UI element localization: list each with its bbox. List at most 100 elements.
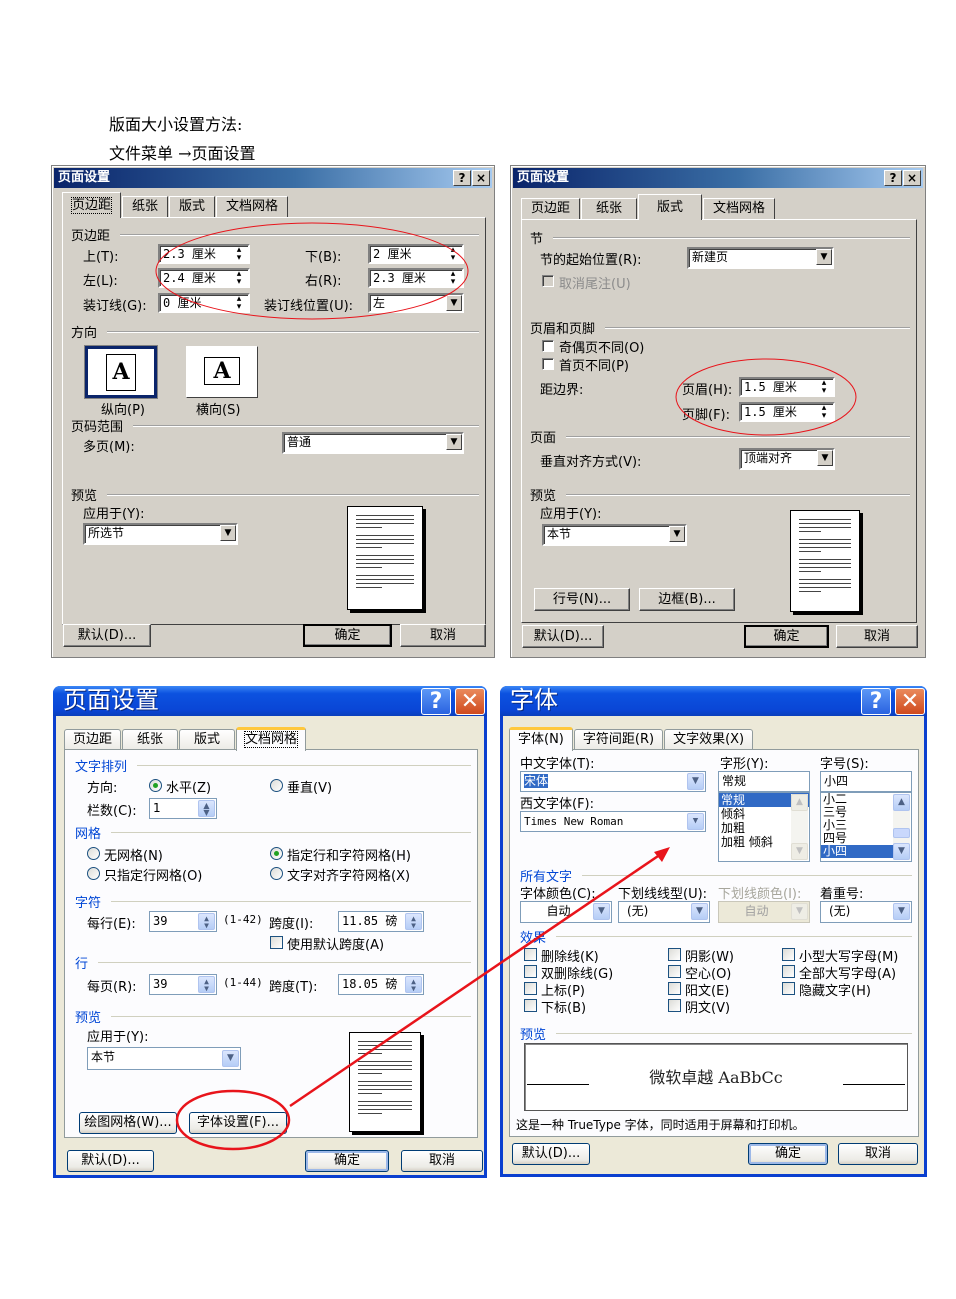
- dropdown-arrow-icon[interactable]: ▼: [446, 295, 462, 311]
- top-margin-input[interactable]: 2.3 厘米 ▴ ▾: [158, 244, 250, 264]
- cancel-button[interactable]: 取消: [836, 625, 918, 648]
- spinner-icon[interactable]: ▴ ▾: [815, 404, 833, 420]
- effect-checkbox[interactable]: [782, 982, 795, 995]
- tab-paper[interactable]: 纸张: [581, 198, 638, 220]
- close-button[interactable]: ×: [903, 170, 921, 186]
- spinner-icon[interactable]: ▴ ▾: [444, 246, 462, 262]
- size-option[interactable]: 小四: [821, 845, 893, 858]
- draw-grid-button[interactable]: 绘图网格(W)...: [79, 1112, 177, 1134]
- borders-button[interactable]: 边框(B)...: [639, 588, 735, 611]
- vertical-align-select[interactable]: 顶端对齐 ▼: [739, 448, 835, 470]
- line-numbers-button[interactable]: 行号(N)...: [534, 588, 630, 611]
- bottom-margin-input[interactable]: 2 厘米 ▴ ▾: [368, 244, 464, 264]
- apply-to-select[interactable]: 本节 ▼: [542, 524, 687, 546]
- effect-checkbox[interactable]: [524, 982, 537, 995]
- text-snap-grid-radio[interactable]: [270, 867, 283, 880]
- tab-font[interactable]: 字体(N): [509, 727, 573, 751]
- apply-to-select[interactable]: 所选节 ▼: [83, 523, 238, 545]
- spinner-icon[interactable]: ▴ ▾: [444, 270, 462, 286]
- style-list[interactable]: 常规 倾斜 加粗 加粗 倾斜 ▲ ▼: [718, 792, 810, 862]
- spinner-icon[interactable]: ▲ ▼: [198, 800, 215, 817]
- dropdown-arrow-icon[interactable]: ▼: [669, 526, 685, 542]
- lines-only-grid-radio[interactable]: [87, 867, 100, 880]
- dropdown-arrow-icon[interactable]: ▼: [446, 434, 462, 450]
- tab-paper[interactable]: 纸张: [122, 196, 169, 218]
- section-start-select[interactable]: 新建页 ▼: [687, 247, 834, 269]
- tab-text-effects[interactable]: 文字效果(X): [664, 729, 754, 750]
- spinner-icon[interactable]: ▲ ▼: [198, 913, 215, 930]
- chinese-font-select[interactable]: 宋体 ▼: [520, 771, 706, 792]
- cancel-button[interactable]: 取消: [838, 1143, 918, 1165]
- dropdown-arrow-icon[interactable]: ▼: [816, 249, 832, 265]
- help-button[interactable]: ?: [453, 170, 471, 186]
- lines-chars-grid-radio[interactable]: [270, 847, 283, 860]
- size-input[interactable]: 小四: [820, 771, 912, 792]
- spinner-icon[interactable]: ▲ ▼: [405, 976, 422, 993]
- effect-checkbox[interactable]: [782, 965, 795, 978]
- effect-checkbox[interactable]: [782, 948, 795, 961]
- tab-document-grid[interactable]: 文档网格: [236, 727, 307, 751]
- size-list[interactable]: 小二 三号 小三 四号 小四 ▲ ▼: [820, 792, 912, 862]
- effect-checkbox[interactable]: [668, 982, 681, 995]
- close-button[interactable]: ✕: [895, 688, 925, 715]
- spinner-icon[interactable]: ▴ ▾: [230, 246, 248, 262]
- default-button[interactable]: 默认(D)...: [512, 1143, 590, 1165]
- use-default-pitch-checkbox[interactable]: [270, 936, 283, 949]
- spinner-icon[interactable]: ▲ ▼: [405, 913, 422, 930]
- no-grid-radio[interactable]: [87, 847, 100, 860]
- ok-button[interactable]: 确定: [305, 1150, 389, 1172]
- tab-paper[interactable]: 纸张: [122, 729, 179, 750]
- left-margin-input[interactable]: 2.4 厘米 ▴ ▾: [158, 268, 250, 288]
- underline-style-select[interactable]: (无) ▼: [618, 901, 710, 923]
- effect-checkbox[interactable]: [668, 948, 681, 961]
- header-distance-input[interactable]: 1.5 厘米 ▴ ▾: [739, 377, 835, 397]
- font-settings-button[interactable]: 字体设置(F)...: [189, 1112, 287, 1134]
- tab-layout[interactable]: 版式: [638, 194, 703, 220]
- landscape-option[interactable]: A: [186, 346, 258, 398]
- spinner-icon[interactable]: ▴ ▾: [230, 295, 248, 311]
- columns-input[interactable]: 1 ▲ ▼: [149, 798, 217, 819]
- dropdown-arrow-icon[interactable]: ▼: [687, 773, 704, 790]
- char-pitch-input[interactable]: 11.85 磅 ▲ ▼: [338, 911, 424, 932]
- scroll-up-icon[interactable]: ▲: [791, 794, 808, 811]
- scroll-down-icon[interactable]: ▼: [893, 843, 910, 860]
- effect-checkbox[interactable]: [668, 965, 681, 978]
- scroll-thumb[interactable]: [893, 828, 910, 838]
- dropdown-arrow-icon[interactable]: ▼: [220, 525, 236, 541]
- effect-checkbox[interactable]: [524, 965, 537, 978]
- dropdown-arrow-icon[interactable]: ▼: [817, 450, 833, 466]
- right-margin-input[interactable]: 2.3 厘米 ▴ ▾: [368, 268, 464, 288]
- close-button[interactable]: ✕: [455, 688, 485, 715]
- cancel-button[interactable]: 取消: [401, 1150, 483, 1172]
- help-button[interactable]: ?: [421, 688, 451, 715]
- help-button[interactable]: ?: [861, 688, 891, 715]
- font-color-select[interactable]: 自动 ▼: [520, 901, 612, 923]
- first-page-checkbox[interactable]: [542, 358, 554, 370]
- spinner-icon[interactable]: ▴ ▾: [230, 270, 248, 286]
- ok-button[interactable]: 确定: [748, 1143, 828, 1165]
- help-button[interactable]: ?: [884, 170, 902, 186]
- dropdown-arrow-icon[interactable]: ▼: [687, 813, 704, 830]
- dropdown-arrow-icon[interactable]: ▼: [222, 1050, 239, 1067]
- scroll-down-icon[interactable]: ▼: [791, 843, 808, 860]
- western-font-select[interactable]: Times New Roman ▼: [520, 811, 706, 832]
- portrait-option[interactable]: A: [84, 345, 158, 399]
- dropdown-arrow-icon[interactable]: ▼: [593, 903, 610, 920]
- tab-margins[interactable]: 页边距: [62, 192, 122, 218]
- dropdown-arrow-icon[interactable]: ▼: [893, 903, 910, 920]
- chars-per-line-input[interactable]: 39 ▲ ▼: [149, 911, 217, 932]
- apply-to-select[interactable]: 本节 ▼: [87, 1047, 241, 1070]
- tab-margins[interactable]: 页边距: [521, 198, 581, 220]
- spinner-icon[interactable]: ▲ ▼: [198, 976, 215, 993]
- ok-button[interactable]: 确定: [744, 625, 829, 648]
- style-input[interactable]: 常规: [718, 771, 810, 792]
- odd-even-checkbox[interactable]: [542, 340, 554, 352]
- vertical-radio[interactable]: [270, 779, 283, 792]
- style-scrollbar[interactable]: ▲ ▼: [791, 794, 808, 860]
- size-scrollbar[interactable]: ▲ ▼: [893, 794, 910, 860]
- footer-distance-input[interactable]: 1.5 厘米 ▴ ▾: [739, 402, 835, 422]
- tab-margins[interactable]: 页边距: [64, 729, 122, 750]
- cancel-button[interactable]: 取消: [400, 624, 486, 647]
- default-button[interactable]: 默认(D)...: [63, 624, 151, 647]
- default-button[interactable]: 默认(D)...: [67, 1150, 154, 1172]
